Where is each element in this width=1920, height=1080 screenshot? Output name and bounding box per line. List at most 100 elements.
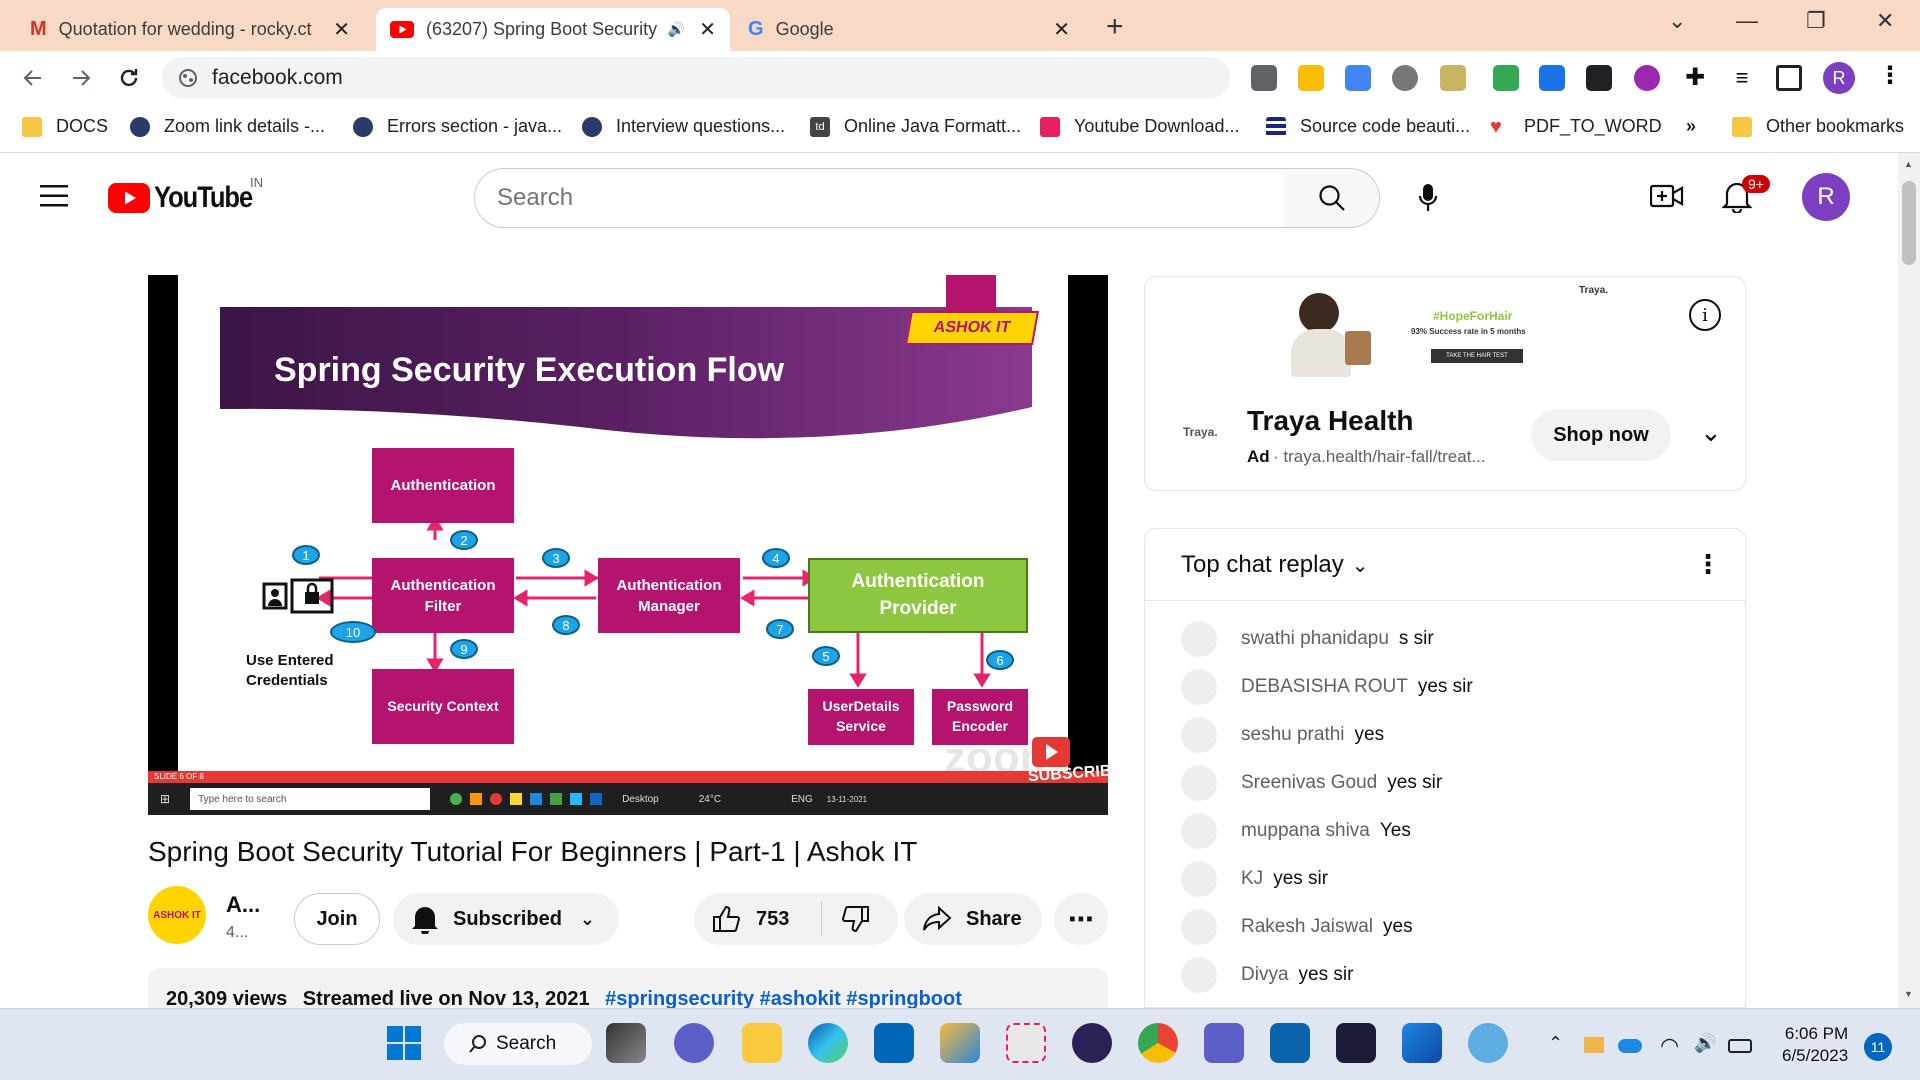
chat-author[interactable]: seshu prathi (1241, 724, 1345, 746)
search-input[interactable]: Search (474, 168, 1285, 228)
bug-tool-icon[interactable] (1468, 1023, 1508, 1063)
close-tab-icon[interactable]: ✕ (1053, 17, 1070, 42)
plus-extension-icon[interactable] (1539, 65, 1565, 91)
account-avatar[interactable]: R (1802, 173, 1850, 221)
chat-author[interactable]: muppana shiva (1241, 820, 1370, 842)
outlook-app-icon[interactable] (1270, 1023, 1310, 1063)
video-player[interactable]: Spring Security Execution Flow ASHOK IT … (148, 275, 1108, 815)
extension-icon[interactable] (1586, 65, 1612, 91)
restore-button[interactable]: ❐ (1806, 8, 1826, 34)
task-view-icon[interactable] (606, 1023, 646, 1063)
extension-icon[interactable] (1298, 65, 1324, 91)
tab-gmail[interactable]: M Quotation for wedding - rocky.ct ✕ (16, 8, 364, 51)
extension-icon[interactable] (1251, 65, 1277, 91)
like-button[interactable]: 753 (694, 902, 822, 936)
scroll-down-arrow-icon[interactable]: ▼ (1904, 989, 1913, 999)
browser-menu-icon[interactable]: ⋮ (1878, 61, 1902, 90)
tray-app-icon[interactable] (1584, 1037, 1604, 1053)
ad-title[interactable]: Traya Health (1247, 405, 1414, 437)
bookmark-pdf-to-word[interactable]: ♥ PDF_TO_WORD (1490, 116, 1662, 137)
translate-extension-icon[interactable] (1345, 65, 1371, 91)
remote-app-icon[interactable] (1402, 1023, 1442, 1063)
webex-app-icon[interactable] (1336, 1023, 1376, 1063)
notes-extension-icon[interactable] (1440, 65, 1466, 91)
tab-search-icon[interactable]: ⌄ (1668, 8, 1686, 34)
voice-search-button[interactable] (1405, 175, 1451, 221)
guide-menu-icon[interactable] (40, 185, 68, 207)
minimize-button[interactable]: — (1736, 8, 1758, 34)
taskbar-search[interactable]: Search (444, 1023, 592, 1065)
search-button[interactable] (1284, 168, 1380, 228)
extension-icon[interactable] (1493, 65, 1519, 91)
dislike-button[interactable] (822, 905, 870, 933)
more-actions-icon[interactable]: ⋯ (1054, 893, 1108, 945)
scroll-up-arrow-icon[interactable]: ▲ (1904, 159, 1913, 169)
bookmark-source-code[interactable]: Source code beauti... (1266, 116, 1470, 137)
chat-menu-icon[interactable]: ⋮ (1695, 549, 1721, 580)
bookmark-java-formatter[interactable]: td Online Java Formatt... (810, 116, 1021, 137)
other-bookmarks-folder[interactable]: Other bookmarks (1732, 116, 1904, 137)
snipping-tool-icon[interactable] (1006, 1023, 1046, 1063)
microsoft-store-icon[interactable] (874, 1023, 914, 1063)
windows-start-button[interactable] (384, 1023, 424, 1063)
info-icon[interactable]: i (1689, 299, 1721, 331)
chat-author[interactable]: Rakesh Jaiswal (1241, 916, 1373, 938)
bookmark-interview-questions[interactable]: Interview questions... (582, 116, 785, 137)
media-queue-icon[interactable]: ≡ (1729, 65, 1755, 91)
side-panel-icon[interactable] (1776, 65, 1802, 91)
hashtags[interactable]: #springsecurity #ashokit #springboot (605, 988, 962, 1008)
bookmark-youtube-download[interactable]: Youtube Download... (1040, 116, 1239, 137)
chat-author[interactable]: swathi phanidapu (1241, 628, 1389, 650)
ad-card[interactable]: Traya. #HopeForHair 93% Success rate in … (1144, 276, 1746, 491)
profile-avatar[interactable]: R (1823, 62, 1855, 94)
chat-author[interactable]: DEBASISHA ROUT (1241, 676, 1408, 698)
volume-icon[interactable]: 🔊 (1694, 1033, 1716, 1054)
puzzle-icon[interactable]: ✚ (1682, 65, 1708, 91)
onedrive-icon[interactable] (1618, 1039, 1642, 1053)
close-tab-icon[interactable]: ✕ (333, 17, 350, 42)
bookmark-errors-section[interactable]: Errors section - java... (353, 116, 562, 137)
more-bookmarks-button[interactable]: » (1686, 116, 1696, 137)
file-explorer-icon[interactable] (742, 1023, 782, 1063)
taskbar-clock[interactable]: 6:06 PM 6/5/2023 (1782, 1023, 1848, 1067)
tab-youtube[interactable]: (63207) Spring Boot Security 🔊 ✕ (376, 8, 730, 51)
page-scrollbar[interactable]: ▲ ▼ (1898, 153, 1920, 1008)
forward-button[interactable] (64, 61, 98, 95)
back-button[interactable] (16, 61, 50, 95)
extension-icon[interactable] (1634, 65, 1660, 91)
chat-author[interactable]: Sreenivas Goud (1241, 772, 1377, 794)
tray-overflow-icon[interactable]: ⌃ (1548, 1033, 1563, 1054)
battery-icon[interactable] (1728, 1039, 1752, 1053)
close-window-button[interactable]: ✕ (1876, 8, 1894, 34)
chat-author[interactable]: Divya (1241, 964, 1289, 986)
eclipse-ide-icon[interactable] (1072, 1023, 1112, 1063)
close-tab-icon[interactable]: ✕ (699, 17, 716, 42)
wifi-icon[interactable]: ◠ (1660, 1033, 1679, 1059)
chat-app-icon[interactable] (674, 1023, 714, 1063)
reload-button[interactable] (112, 61, 146, 95)
chat-mode-dropdown[interactable]: Top chat replay ⌄ (1181, 551, 1369, 579)
ad-banner-image[interactable]: Traya. #HopeForHair 93% Success rate in … (1291, 283, 1608, 383)
channel-avatar[interactable]: ASHOK IT (148, 886, 206, 944)
scrollbar-thumb[interactable] (1902, 181, 1916, 265)
chevron-down-icon[interactable]: ⌄ (1700, 417, 1722, 448)
notification-center-badge[interactable]: 11 (1864, 1033, 1892, 1061)
join-button[interactable]: Join (294, 893, 380, 945)
video-description[interactable]: 20,309 views Streamed live on Nov 13, 20… (148, 968, 1108, 1008)
new-tab-button[interactable]: + (1106, 10, 1124, 44)
chat-author[interactable]: KJ (1241, 868, 1263, 890)
edge-browser-icon[interactable] (808, 1023, 848, 1063)
subscribed-button[interactable]: Subscribed ⌄ (393, 893, 619, 945)
site-info-icon[interactable] (178, 68, 198, 88)
youtube-logo[interactable]: YouTube (108, 181, 269, 215)
create-button[interactable] (1650, 183, 1684, 209)
channel-name[interactable]: A... (226, 892, 260, 918)
chrome-browser-icon[interactable] (1138, 1023, 1178, 1063)
bookmark-zoom-link[interactable]: Zoom link details -... (130, 116, 325, 137)
bookmark-docs[interactable]: DOCS (22, 116, 108, 137)
address-bar[interactable]: facebook.com (162, 57, 1230, 99)
photos-app-icon[interactable] (940, 1023, 980, 1063)
teams-app-icon[interactable] (1204, 1023, 1244, 1063)
share-button[interactable]: Share (904, 893, 1042, 945)
shop-now-button[interactable]: Shop now (1531, 409, 1671, 461)
